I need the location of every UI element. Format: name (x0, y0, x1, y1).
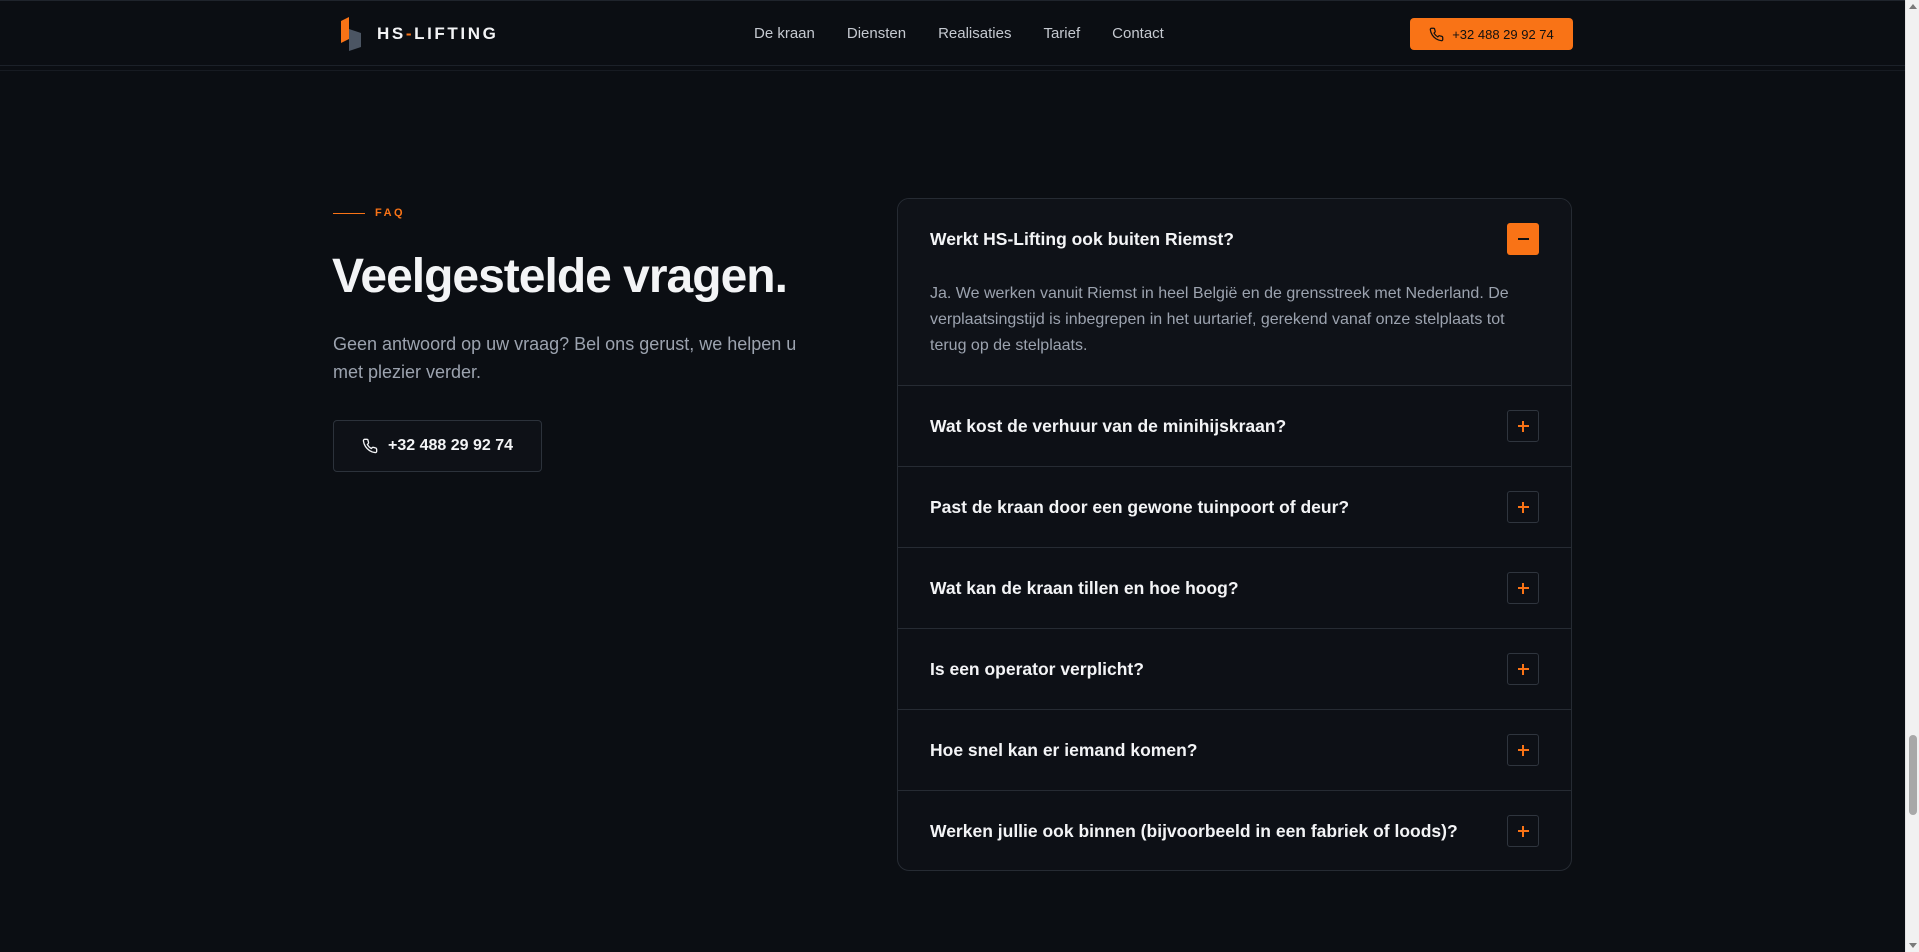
nav-realisaties[interactable]: Realisaties (938, 24, 1011, 44)
expand-button[interactable] (1507, 653, 1539, 685)
section-title: Veelgestelde vragen. (332, 250, 788, 303)
page: HS-LIFTING De kraan Diensten Realisaties… (0, 0, 1919, 952)
phone-icon (362, 438, 378, 454)
minus-icon (1517, 238, 1529, 240)
faq-question[interactable]: Werken jullie ook binnen (bijvoorbeeld i… (930, 819, 1458, 843)
faq-question[interactable]: Wat kost de verhuur van de minihijskraan… (930, 414, 1286, 438)
header-phone-button[interactable]: +32 488 29 92 74 (1410, 18, 1573, 50)
faq-item[interactable]: Wat kost de verhuur van de minihijskraan… (898, 386, 1571, 467)
call-button-label: +32 488 29 92 74 (387, 437, 513, 454)
logo[interactable]: HS-LIFTING (337, 17, 498, 51)
faq-question[interactable]: Wat kan de kraan tillen en hoe hoog? (930, 576, 1239, 600)
nav-diensten[interactable]: Diensten (847, 24, 906, 44)
faq-question[interactable]: Past de kraan door een gewone tuinpoort … (930, 495, 1349, 519)
expand-button[interactable] (1507, 572, 1539, 604)
expand-button[interactable] (1507, 410, 1539, 442)
nav-contact[interactable]: Contact (1112, 24, 1164, 44)
faq-question[interactable]: Werkt HS-Lifting ook buiten Riemst? (930, 227, 1234, 251)
logo-text: HS-LIFTING (377, 24, 499, 43)
faq-item[interactable]: Hoe snel kan er iemand komen? (898, 710, 1571, 791)
eyebrow-line (333, 212, 365, 214)
nav-de-kraan[interactable]: De kraan (754, 24, 815, 44)
faq-question[interactable]: Hoe snel kan er iemand komen? (930, 738, 1197, 762)
collapse-button[interactable] (1507, 223, 1539, 255)
faq-accordion: Werkt HS-Lifting ook buiten Riemst? Ja. … (897, 198, 1572, 871)
eyebrow-label: FAQ (375, 207, 406, 219)
expand-button[interactable] (1507, 491, 1539, 523)
faq-answer: Ja. We werken vanuit Riemst in heel Belg… (930, 285, 1509, 354)
scroll-down-arrow-icon[interactable] (1909, 943, 1917, 948)
faq-question[interactable]: Is een operator verplicht? (930, 657, 1144, 681)
logo-mark-icon (341, 17, 361, 51)
faq-item[interactable]: Werken jullie ook binnen (bijvoorbeeld i… (898, 791, 1571, 870)
main-nav: De kraan Diensten Realisaties Tarief Con… (754, 24, 1164, 44)
expand-button[interactable] (1507, 734, 1539, 766)
faq-item[interactable]: Wat kan de kraan tillen en hoe hoog? (898, 548, 1571, 629)
phone-icon (1429, 27, 1444, 41)
faq-eyebrow: FAQ (333, 207, 405, 219)
expand-button[interactable] (1507, 815, 1539, 847)
faq-item[interactable]: Past de kraan door een gewone tuinpoort … (898, 467, 1571, 548)
faq-item[interactable]: Is een operator verplicht? (898, 629, 1571, 710)
faq-item[interactable]: Werkt HS-Lifting ook buiten Riemst? Ja. … (898, 199, 1571, 386)
scroll-up-arrow-icon[interactable] (1909, 4, 1917, 9)
nav-tarief[interactable]: Tarief (1043, 24, 1080, 44)
section-subtitle: Geen antwoord op uw vraag? Bel ons gerus… (333, 334, 797, 382)
call-button[interactable]: +32 488 29 92 74 (333, 420, 542, 472)
scroll-thumb[interactable] (1909, 735, 1917, 815)
site-header: HS-LIFTING De kraan Diensten Realisaties… (0, 0, 1905, 71)
page-scrollbar[interactable] (1905, 0, 1919, 952)
header-phone-label: +32 488 29 92 74 (1452, 26, 1554, 42)
